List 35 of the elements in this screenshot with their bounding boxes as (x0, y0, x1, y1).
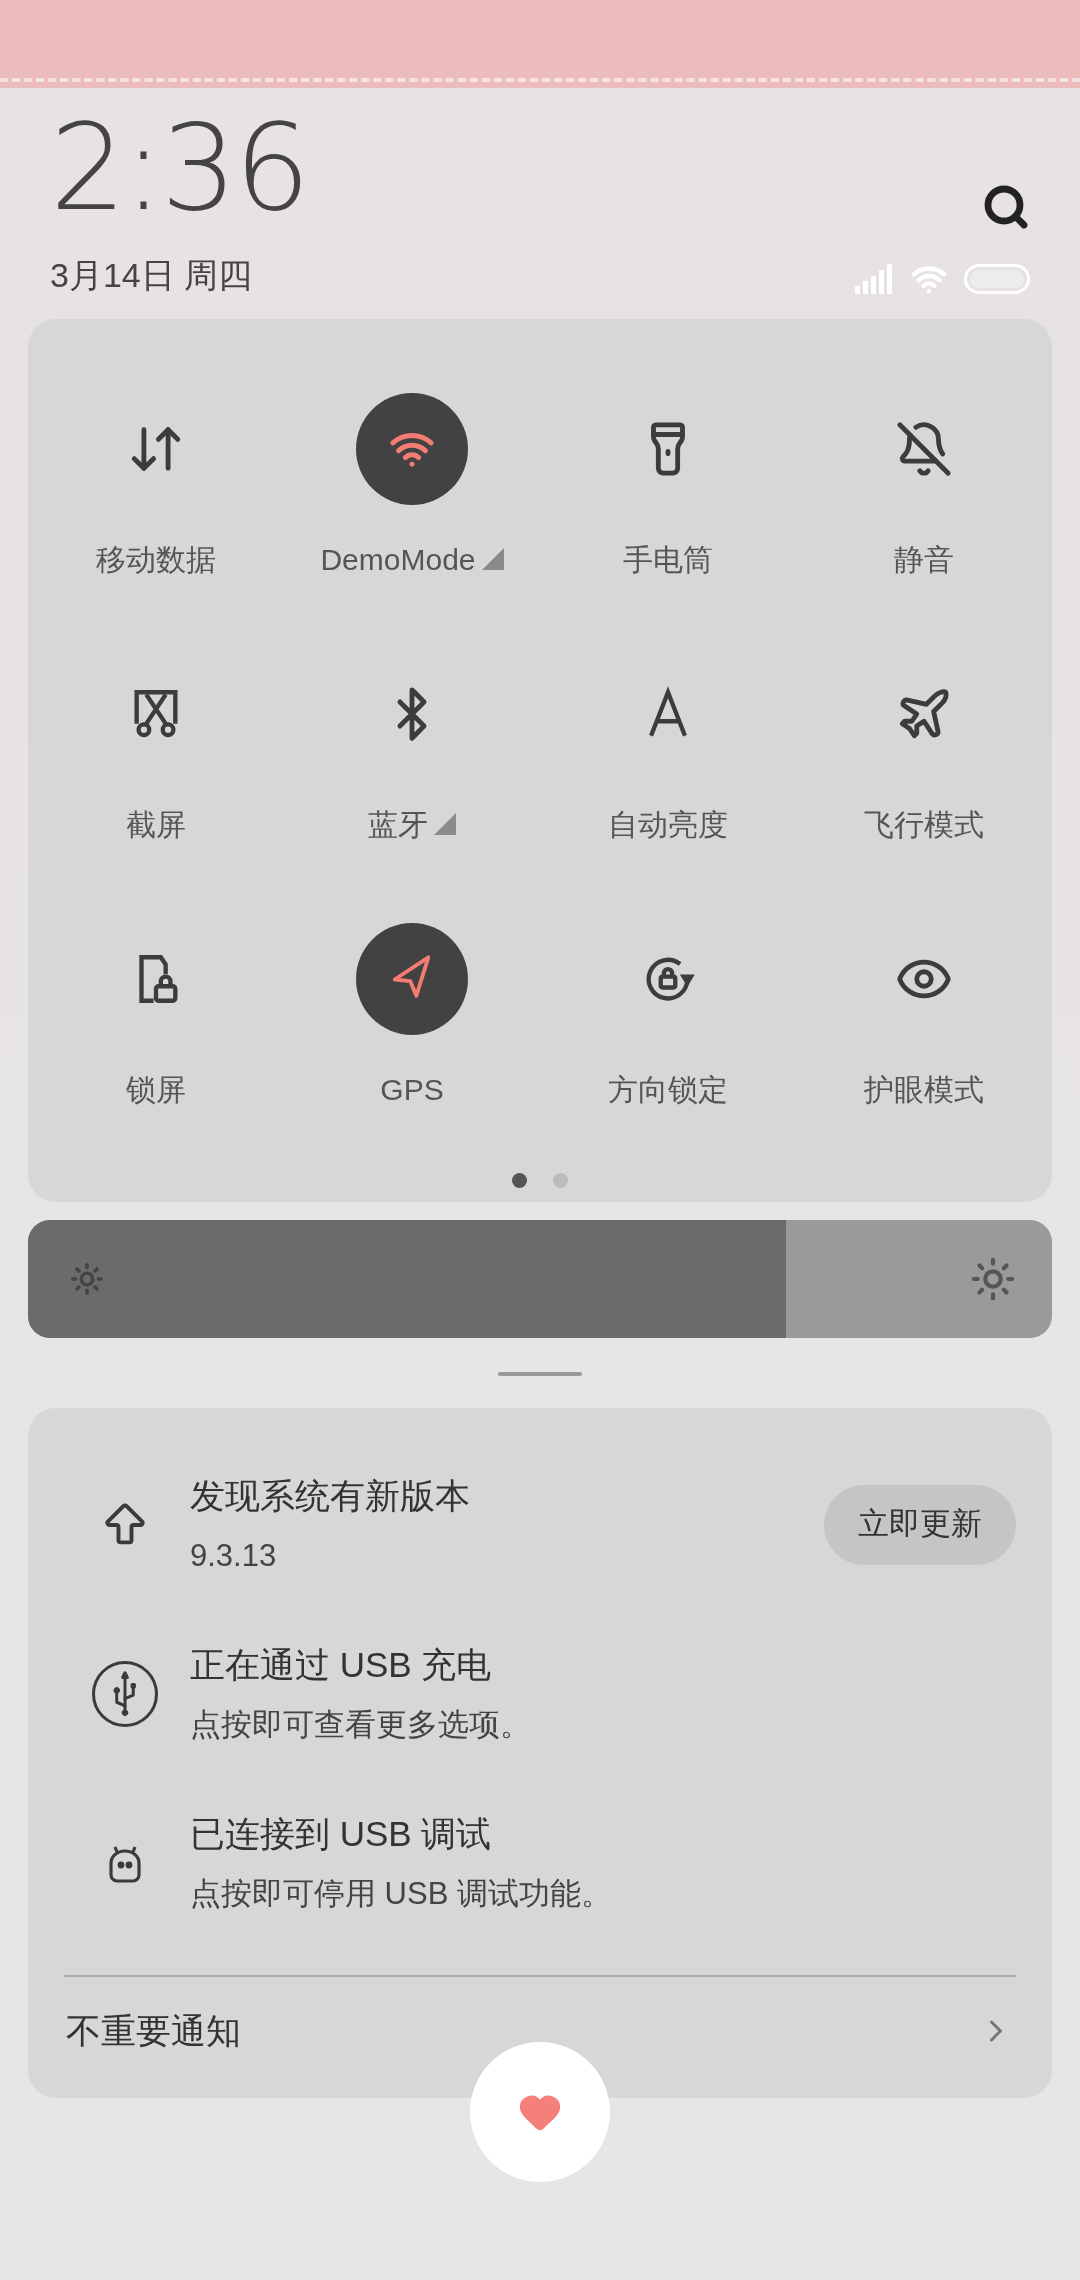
tile-label: 手电筒 (623, 541, 713, 578)
notification-title: 发现系统有新版本 (190, 1475, 471, 1517)
sun-large-icon (970, 1256, 1016, 1302)
notification-subtitle: 点按即可查看更多选项。 (190, 1705, 532, 1744)
tile-label: 方向锁定 (608, 1071, 728, 1108)
tile-label: 截屏 (126, 806, 186, 843)
tile-label: 护眼模式 (864, 1071, 984, 1108)
notification-subtitle: 9.3.13 (190, 1536, 278, 1575)
notification-title: 已连接到 USB 调试 (190, 1813, 493, 1855)
clock-time: 2:36 (50, 108, 308, 228)
unimportant-notifications-row[interactable]: 不重要通知 (28, 1977, 1052, 2058)
drag-handle[interactable] (498, 1372, 582, 1376)
row-label: 不重要通知 (66, 2010, 241, 2052)
date-text: 3月14日 周四 (50, 255, 254, 296)
tile-label: 锁屏 (126, 1071, 186, 1108)
sun-small-icon (70, 1262, 104, 1296)
tile-label: 蓝牙 (368, 806, 428, 843)
search-icon[interactable] (982, 183, 1030, 231)
tile-label: DemoMode (320, 541, 476, 578)
tile-label: 静音 (894, 541, 954, 578)
notification-item[interactable]: 发现系统有新版本 9.3.13 立即更新 (28, 1470, 1052, 1579)
tile-label: GPS (380, 1071, 444, 1108)
brightness-slider[interactable] (28, 1220, 1052, 1338)
update-now-button[interactable]: 立即更新 (824, 1484, 1016, 1565)
tile-label: 移动数据 (96, 541, 216, 578)
battery-icon (964, 264, 1030, 294)
usb-icon (92, 1660, 158, 1727)
tile-label: 自动亮度 (608, 806, 728, 843)
notification-title: 正在通过 USB 充电 (190, 1644, 493, 1686)
signal-icon (854, 264, 894, 294)
bell-off-icon (895, 420, 953, 478)
notification-item[interactable]: 已连接到 USB 调试 点按即可停用 USB 调试功能。 (28, 1808, 1052, 1917)
tile-label: 飞行模式 (864, 806, 984, 843)
notification-subtitle: 点按即可停用 USB 调试功能。 (190, 1874, 613, 1913)
notification-item[interactable]: 正在通过 USB 充电 点按即可查看更多选项。 (28, 1639, 1052, 1748)
